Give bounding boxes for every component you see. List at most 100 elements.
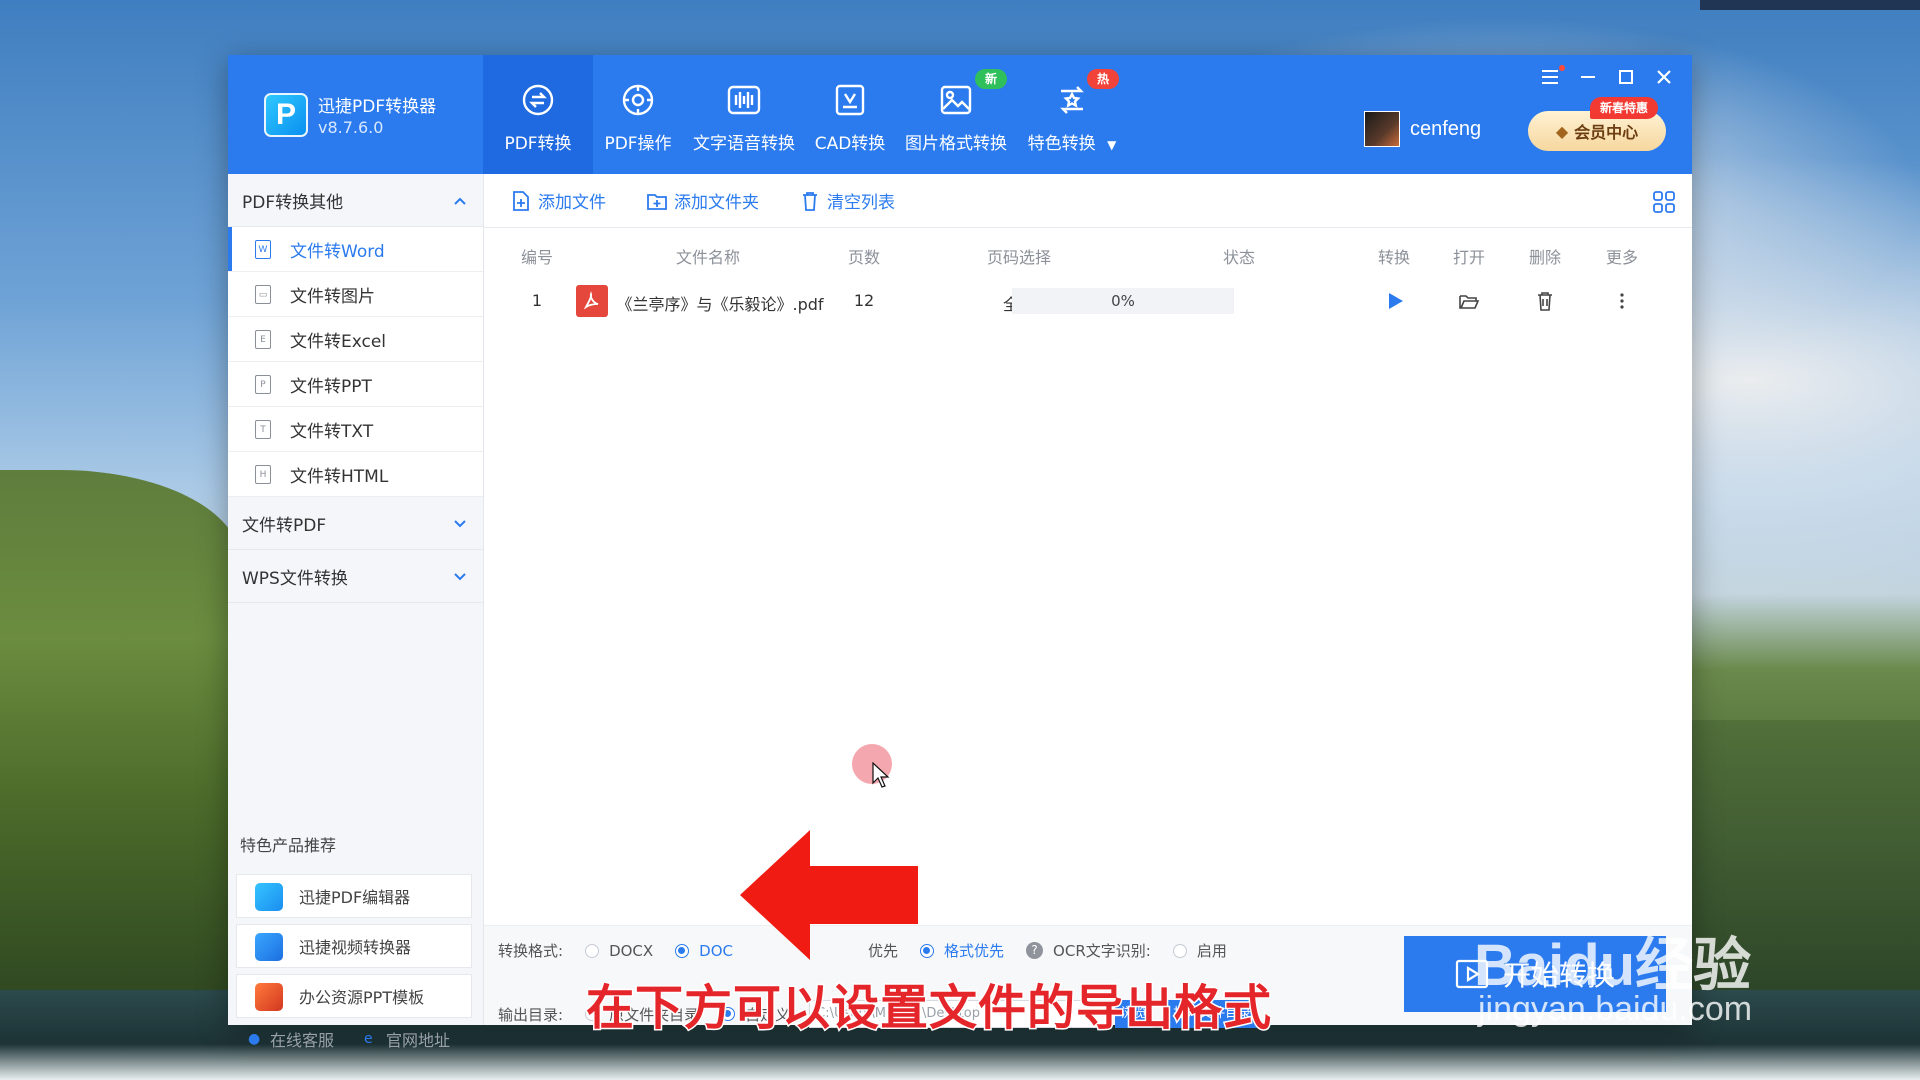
- recommend-label: 办公资源PPT模板: [299, 988, 425, 1007]
- play-icon[interactable]: [1384, 290, 1406, 312]
- online-service-link[interactable]: ● 在线客服: [248, 1027, 334, 1051]
- radio-ocr-enable[interactable]: [1172, 943, 1187, 958]
- col-index: 编号: [520, 248, 554, 267]
- nav-image-format[interactable]: 图片格式转换 新: [895, 55, 1017, 174]
- cad-icon: [835, 84, 865, 116]
- username[interactable]: cenfeng: [1410, 118, 1481, 141]
- radio-docx[interactable]: [585, 943, 600, 958]
- sidebar-group-label: PDF转换其他: [242, 192, 344, 213]
- clear-list-label: 清空列表: [827, 193, 895, 213]
- minimize-button[interactable]: [1576, 65, 1600, 89]
- col-pages: 页数: [847, 248, 881, 267]
- title-bar: P 迅捷PDF转换器 v8.7.6.0 PDF转换 PDF操作 文字语音转换 C…: [228, 55, 1692, 174]
- folder-open-icon[interactable]: [1458, 290, 1480, 312]
- taskbar-strip: [1700, 0, 1920, 10]
- app-logo: P: [264, 93, 308, 137]
- format-option-doc[interactable]: DOC: [699, 942, 733, 960]
- video-converter-app-icon: [255, 933, 283, 961]
- table-row[interactable]: 1 《兰亭序》与《乐毅论》.pdf 12 全部 0%: [484, 278, 1692, 324]
- help-icon[interactable]: ?: [1026, 942, 1044, 959]
- trash-icon[interactable]: [1534, 290, 1556, 312]
- sidebar-group-pdf-to-other[interactable]: PDF转换其他: [228, 174, 483, 227]
- pdf-operate-icon: [622, 84, 654, 116]
- clear-list-button[interactable]: 清空列表: [799, 188, 895, 213]
- website-link[interactable]: e 官网地址: [364, 1027, 450, 1051]
- promo-badge: 新春特惠: [1590, 97, 1659, 119]
- sidebar-item-label: 文件转PPT: [290, 376, 372, 397]
- nav-pdf-convert[interactable]: PDF转换: [483, 55, 593, 174]
- close-button[interactable]: [1652, 65, 1676, 89]
- chevron-down-icon: [454, 573, 466, 581]
- app-version: v8.7.6.0: [318, 118, 384, 137]
- sidebar-item-to-word[interactable]: W 文件转Word: [228, 227, 483, 272]
- trash-icon: [803, 191, 817, 211]
- sidebar-item-to-txt[interactable]: T 文件转TXT: [228, 407, 483, 452]
- website-label: 官网地址: [386, 1031, 451, 1050]
- col-convert: 转换: [1377, 248, 1411, 267]
- notification-dot: [1559, 65, 1565, 71]
- radio-format-priority[interactable]: [920, 943, 935, 958]
- grid-view-icon[interactable]: [1652, 190, 1676, 214]
- app-name: 迅捷PDF转换器: [318, 97, 437, 117]
- sidebar-item-to-ppt[interactable]: P 文件转PPT: [228, 362, 483, 407]
- user-account[interactable]: cenfeng: [1364, 111, 1481, 147]
- baidu-watermark-url: jingyan.baidu.com: [1478, 990, 1753, 1028]
- pdf-convert-icon: [522, 84, 554, 116]
- close-icon: [1657, 70, 1671, 84]
- row-index: 1: [531, 291, 543, 310]
- nav-label-text: 特色转换: [1027, 134, 1096, 154]
- maximize-button[interactable]: [1614, 65, 1638, 89]
- recommend-label: 迅捷视频转换器: [299, 938, 412, 957]
- menu-button[interactable]: [1538, 65, 1565, 89]
- sidebar-item-to-image[interactable]: ▭ 文件转图片: [228, 272, 483, 317]
- sidebar-group-wps[interactable]: WPS文件转换: [228, 550, 483, 603]
- pdf-file-icon: [576, 285, 608, 317]
- recommend-video-converter[interactable]: 迅捷视频转换器: [236, 924, 472, 968]
- col-delete: 删除: [1528, 248, 1562, 267]
- nav-special-convert[interactable]: 特色转换 ▼ 热: [1017, 55, 1127, 174]
- add-file-button[interactable]: 添加文件: [510, 188, 606, 213]
- sidebar-item-label: 文件转Excel: [290, 331, 387, 352]
- vip-label: 会员中心: [1574, 123, 1639, 142]
- chevron-down-icon: [454, 520, 466, 528]
- nav-pdf-operate[interactable]: PDF操作: [593, 55, 683, 174]
- format-option-docx[interactable]: DOCX: [609, 942, 653, 960]
- recommend-title: 特色产品推荐: [240, 836, 337, 855]
- recommend-pdf-editor[interactable]: 迅捷PDF编辑器: [236, 874, 472, 918]
- progress-text: 0%: [1111, 292, 1135, 310]
- mouse-cursor-icon: [872, 762, 890, 788]
- app-window: P 迅捷PDF转换器 v8.7.6.0 PDF转换 PDF操作 文字语音转换 C…: [228, 55, 1692, 1050]
- col-open: 打开: [1452, 248, 1486, 267]
- add-folder-icon: [647, 193, 667, 210]
- online-service-label: 在线客服: [270, 1031, 335, 1050]
- more-vertical-icon[interactable]: [1611, 290, 1633, 312]
- add-folder-button[interactable]: 添加文件夹: [646, 188, 759, 213]
- browser-icon: e: [364, 1031, 373, 1047]
- sidebar-item-to-excel[interactable]: E 文件转Excel: [228, 317, 483, 362]
- ppt-file-icon: P: [255, 375, 271, 394]
- word-file-icon: W: [255, 240, 271, 259]
- recommend-ppt-templates[interactable]: 办公资源PPT模板: [236, 974, 472, 1018]
- avatar[interactable]: [1364, 111, 1400, 147]
- ocr-option-enable[interactable]: 启用: [1197, 940, 1227, 961]
- sidebar-item-to-html[interactable]: H 文件转HTML: [228, 452, 483, 497]
- mode-option-format-priority[interactable]: 格式优先: [944, 940, 1004, 961]
- nav-cad[interactable]: CAD转换: [805, 55, 895, 174]
- nav-label: PDF操作: [604, 134, 672, 154]
- red-arrow-icon: [740, 830, 918, 960]
- ppt-template-app-icon: [255, 983, 283, 1011]
- pdf-editor-app-icon: [255, 883, 283, 911]
- sidebar-group-file-to-pdf[interactable]: 文件转PDF: [228, 497, 483, 550]
- sidebar-item-label: 文件转Word: [290, 241, 385, 262]
- nav-label: CAD转换: [814, 134, 886, 154]
- nav-text-audio[interactable]: 文字语音转换: [683, 55, 805, 174]
- new-badge: 新: [975, 69, 1008, 89]
- main-panel: 添加文件 添加文件夹 清空列表 编号 文件名称 页数 页码选择 状态 转换 打开…: [484, 174, 1692, 1028]
- col-filename: 文件名称: [675, 248, 741, 267]
- headset-icon: ●: [248, 1031, 261, 1047]
- nav-label: 图片格式转换: [905, 134, 1007, 154]
- file-toolbar: 添加文件 添加文件夹 清空列表: [484, 174, 1692, 228]
- chevron-up-icon: [454, 197, 466, 205]
- radio-doc[interactable]: [675, 943, 690, 958]
- sidebar-footer: ● 在线客服 e 官网地址: [248, 1027, 450, 1051]
